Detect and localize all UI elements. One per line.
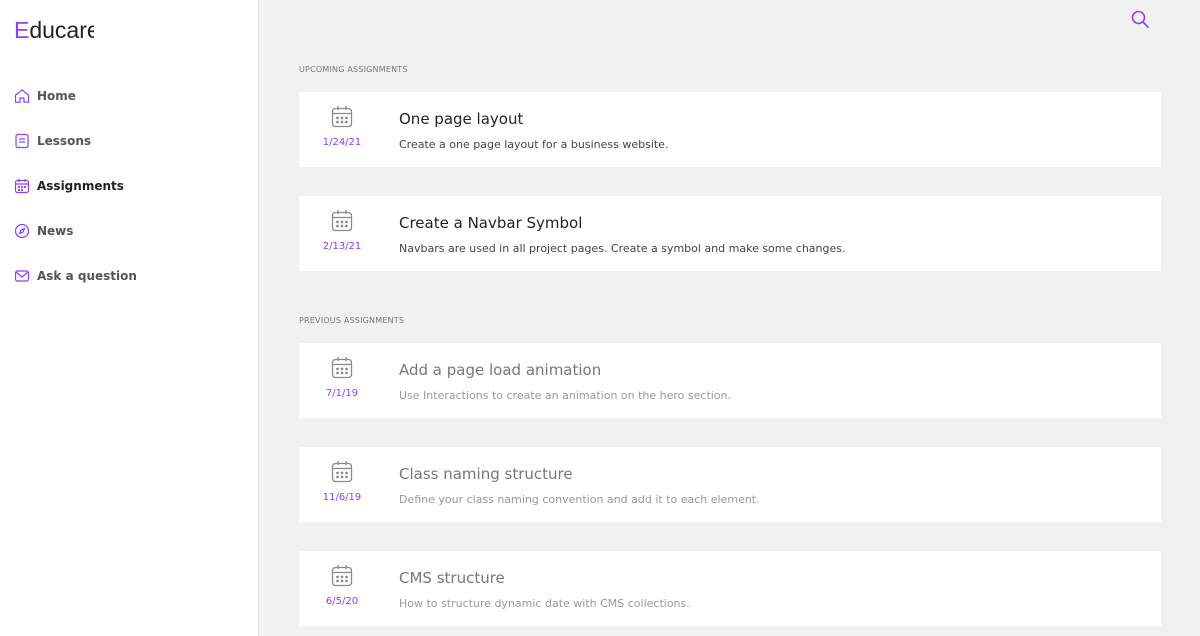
logo-letter: E: [14, 17, 30, 43]
sidebar: Educare Home Lessons Assignments News As…: [0, 0, 259, 636]
assignment-card[interactable]: 11/6/19 Class naming structure Define yo…: [299, 447, 1161, 522]
sidebar-item-label: Lessons: [37, 134, 91, 148]
home-icon: [14, 88, 30, 104]
sidebar-item-home[interactable]: Home: [14, 81, 244, 111]
sidebar-item-news[interactable]: News: [14, 216, 244, 246]
assignment-card[interactable]: 2/13/21 Create a Navbar Symbol Navbars a…: [299, 196, 1161, 271]
search-icon: [1131, 10, 1149, 28]
assignment-card[interactable]: 7/1/19 Add a page load animation Use Int…: [299, 343, 1161, 418]
assignment-date: 11/6/19: [322, 492, 362, 503]
assignment-date: 6/5/20: [325, 596, 359, 607]
search-button[interactable]: [1130, 9, 1150, 29]
assignment-title: Class naming structure: [399, 465, 573, 483]
calendar-icon: [331, 356, 353, 380]
sidebar-item-ask-question[interactable]: Ask a question: [14, 261, 244, 291]
calendar-icon: [331, 105, 353, 129]
assignment-description: How to structure dynamic date with CMS c…: [399, 597, 690, 610]
logo[interactable]: Educare: [14, 16, 94, 44]
sidebar-item-lessons[interactable]: Lessons: [14, 126, 244, 156]
section-title-previous: PREVIOUS ASSIGNMENTS: [299, 316, 405, 325]
assignment-description: Use Interactions to create an animation …: [399, 389, 732, 402]
assignment-description: Create a one page layout for a business …: [399, 138, 669, 151]
calendar-icon: [14, 178, 30, 194]
section-title-upcoming: UPCOMING ASSIGNMENTS: [299, 65, 408, 74]
assignment-title: One page layout: [399, 110, 524, 128]
assignment-title: Add a page load animation: [399, 361, 602, 379]
assignment-description: Navbars are used in all project pages. C…: [399, 242, 846, 255]
sidebar-item-assignments[interactable]: Assignments: [14, 171, 244, 201]
assignment-date: 7/1/19: [325, 388, 359, 399]
calendar-icon: [331, 564, 353, 588]
assignment-title: CMS structure: [399, 569, 505, 587]
assignment-card[interactable]: 6/5/20 CMS structure How to structure dy…: [299, 551, 1161, 626]
sidebar-item-label: Ask a question: [37, 269, 137, 283]
assignment-date: 2/13/21: [322, 241, 362, 252]
lessons-icon: [14, 133, 30, 149]
assignment-title: Create a Navbar Symbol: [399, 214, 583, 232]
sidebar-item-label: News: [37, 224, 74, 238]
calendar-icon: [331, 460, 353, 484]
assignment-date: 1/24/21: [322, 137, 362, 148]
sidebar-item-label: Assignments: [37, 179, 124, 193]
sidebar-item-label: Home: [37, 89, 76, 103]
assignment-card[interactable]: 1/24/21 One page layout Create a one pag…: [299, 92, 1161, 167]
assignment-description: Define your class naming convention and …: [399, 493, 760, 506]
mail-icon: [14, 268, 30, 284]
compass-icon: [14, 223, 30, 239]
logo-text: ducare: [29, 17, 94, 43]
calendar-icon: [331, 209, 353, 233]
